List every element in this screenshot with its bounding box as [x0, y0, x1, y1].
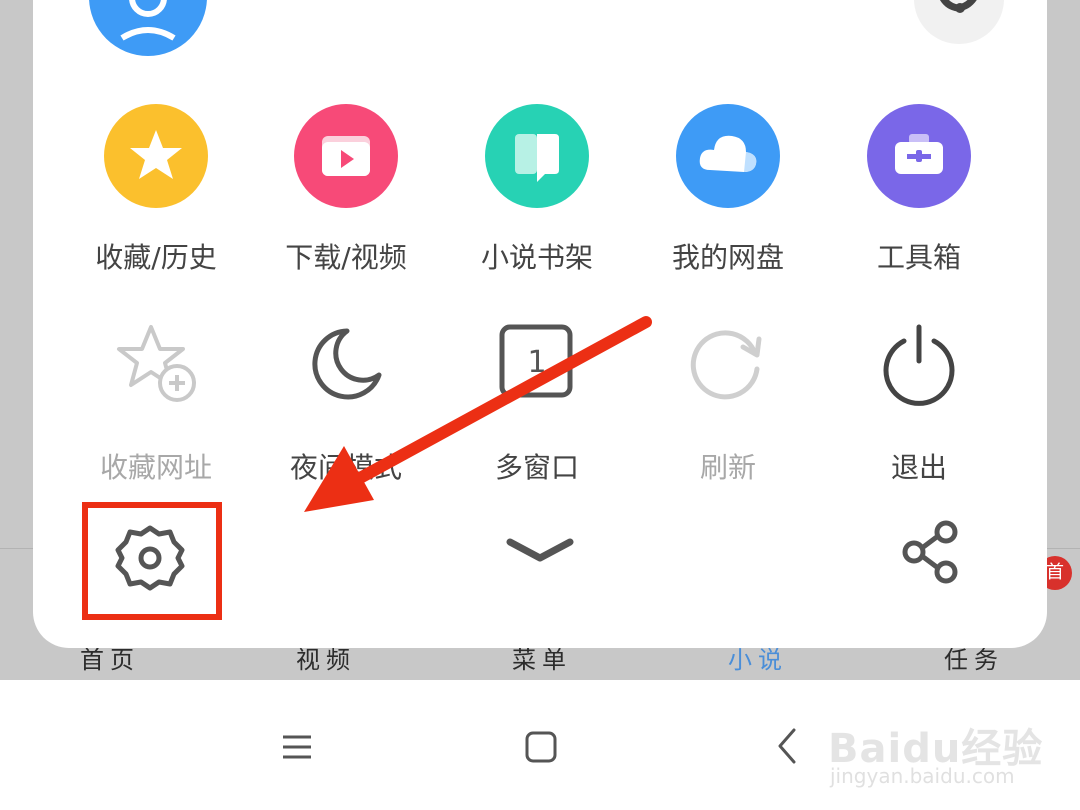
star-icon [104, 104, 208, 208]
window-count: 1 [527, 344, 547, 380]
multi-window-icon: 1 [485, 310, 589, 414]
refresh-icon [676, 310, 780, 414]
headset-icon [940, 0, 977, 13]
customer-service-button[interactable] [914, 0, 1004, 44]
menu-item-label: 下载/视频 [285, 241, 407, 274]
cloud-icon [676, 104, 780, 208]
menu-item-label: 退出 [890, 451, 947, 484]
menu-item-novel-shelf[interactable]: 小说书架 [442, 104, 632, 276]
menu-item-exit[interactable]: 退出 [824, 310, 1014, 486]
menu-item-refresh[interactable]: 刷新 [633, 310, 823, 486]
share-icon[interactable] [898, 518, 968, 588]
settings-button[interactable] [82, 502, 222, 620]
menu-item-label: 夜间模式 [289, 451, 402, 484]
power-icon [867, 310, 971, 414]
recent-apps-icon[interactable] [281, 734, 313, 760]
menu-item-night-mode[interactable]: 夜间模式 [251, 310, 441, 486]
toolbox-icon [867, 104, 971, 208]
menu-item-bookmarks-history[interactable]: 收藏/历史 [61, 104, 251, 276]
book-icon [485, 104, 589, 208]
home-icon[interactable] [524, 730, 558, 764]
back-icon[interactable] [774, 726, 800, 766]
menu-item-label: 收藏网址 [99, 451, 212, 484]
menu-item-label: 多窗口 [494, 451, 579, 484]
chevron-down-icon[interactable] [500, 528, 580, 574]
moon-icon [294, 310, 398, 414]
menu-item-toolbox[interactable]: 工具箱 [824, 104, 1014, 276]
bookmark-add-icon [104, 310, 208, 414]
menu-item-label: 收藏/历史 [95, 241, 217, 274]
menu-item-label: 我的网盘 [671, 241, 784, 274]
menu-item-cloud-drive[interactable]: 我的网盘 [633, 104, 823, 276]
watermark-sub: jingyan.baidu.com [830, 764, 1015, 788]
menu-item-label: 工具箱 [876, 241, 961, 274]
menu-item-label: 小说书架 [480, 241, 593, 274]
gear-icon [115, 525, 185, 591]
menu-item-downloads-video[interactable]: 下载/视频 [251, 104, 441, 276]
menu-item-multi-window[interactable]: 1 多窗口 [442, 310, 632, 486]
baidu-watermark: Baidu经验 jingyan.baidu.com [828, 716, 1068, 796]
menu-item-bookmark-url[interactable]: 收藏网址 [61, 310, 251, 486]
menu-item-label: 刷新 [699, 451, 756, 484]
folder-play-icon [294, 104, 398, 208]
